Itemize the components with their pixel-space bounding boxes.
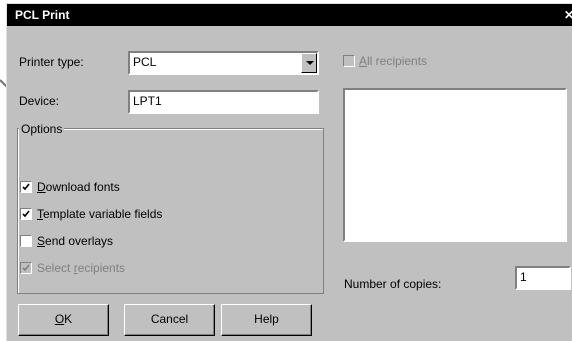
- select-recipients-label: Select recipients: [37, 261, 126, 275]
- copies-value: 1: [520, 270, 527, 284]
- window-title: PCL Print: [15, 8, 70, 22]
- checkmark-icon: [22, 264, 30, 272]
- device-label: Device:: [19, 94, 60, 108]
- printer-type-label: Printer type:: [19, 55, 84, 69]
- send-overlays-checkbox[interactable]: [20, 235, 32, 247]
- recipients-list[interactable]: [343, 88, 567, 242]
- title-bar: PCL Print ✕: [7, 4, 572, 26]
- help-button[interactable]: Help: [221, 304, 312, 336]
- template-variable-fields-checkbox[interactable]: [20, 208, 32, 220]
- options-legend: Options: [19, 122, 65, 136]
- template-variable-fields-label[interactable]: Template variable fields: [37, 207, 162, 221]
- download-fonts-checkbox[interactable]: [20, 181, 32, 193]
- all-recipients-checkbox: [343, 55, 355, 67]
- device-value: LPT1: [133, 94, 162, 108]
- printer-type-select[interactable]: PCL: [128, 51, 319, 75]
- checkmark-icon: [22, 210, 30, 218]
- chevron-down-icon[interactable]: [301, 53, 317, 73]
- pcl-print-dialog: PCL Print ✕ Printer type: PCL Device: LP…: [6, 3, 572, 341]
- device-input[interactable]: LPT1: [128, 90, 319, 114]
- checkmark-icon: [22, 183, 30, 191]
- cancel-button[interactable]: Cancel: [124, 304, 215, 336]
- download-fonts-label[interactable]: Download fonts: [37, 180, 120, 194]
- select-recipients-checkbox: [20, 262, 32, 274]
- copies-label: Number of copies:: [344, 277, 442, 291]
- send-overlays-label[interactable]: Send overlays: [37, 234, 113, 248]
- copies-input[interactable]: 1: [515, 266, 571, 290]
- printer-type-value: PCL: [133, 55, 157, 69]
- ok-button[interactable]: OK: [18, 304, 109, 336]
- close-icon[interactable]: ✕: [564, 8, 572, 22]
- all-recipients-label: All recipients: [359, 54, 428, 68]
